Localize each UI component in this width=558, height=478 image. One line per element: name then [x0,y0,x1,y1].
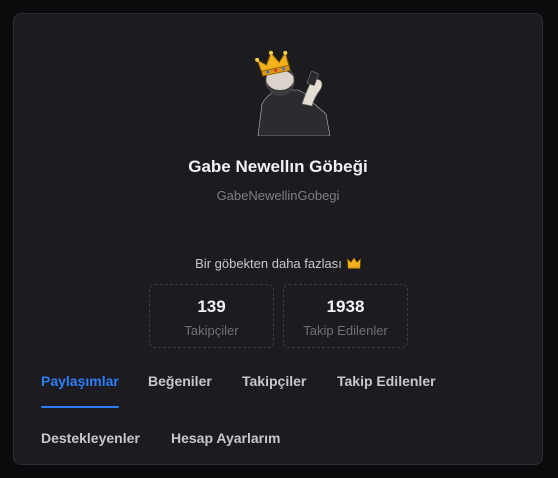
tab-paylasimlar[interactable]: Paylaşımlar [41,373,119,389]
profile-bio: Bir göbekten daha fazlası [14,256,542,272]
profile-card: Gabe Newellın Göbeği GabeNewellinGobegi … [13,13,543,465]
followers-count: 139 [197,297,226,316]
followers-label: Takipçiler [184,323,239,338]
followers-stat[interactable]: 139 Takipçiler [149,284,274,348]
following-label: Takip Edilenler [303,323,388,338]
crown-icon [347,257,361,272]
tab-begeniler[interactable]: Beğeniler [148,373,212,389]
active-tab-indicator [41,406,119,408]
tab-hesap-ayarlarim[interactable]: Hesap Ayarlarım [171,430,280,446]
tab-takipciler[interactable]: Takipçiler [242,373,306,389]
following-count: 1938 [326,297,365,316]
profile-username: GabeNewellinGobegi [216,188,340,203]
tab-destekleyenler[interactable]: Destekleyenler [41,430,140,446]
profile-display-name: Gabe Newellın Göbeği [188,157,368,176]
avatar[interactable] [246,44,338,137]
avatar-image [255,50,331,137]
tab-takip-edilenler[interactable]: Takip Edilenler [337,373,436,389]
following-stat[interactable]: 1938 Takip Edilenler [283,284,408,348]
profile-bio-text: Bir göbekten daha fazlası [195,256,342,271]
